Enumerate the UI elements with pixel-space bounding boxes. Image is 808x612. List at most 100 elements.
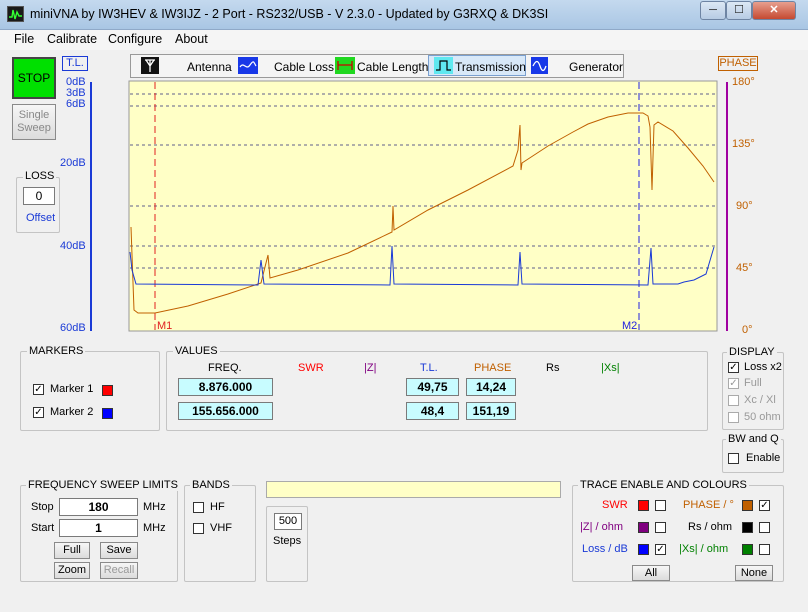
close-button[interactable]: ✕ (752, 1, 796, 20)
start-freq-input[interactable]: 1 (59, 519, 138, 537)
single-sweep-line2: Sweep (17, 122, 51, 134)
vhf-label: VHF (210, 522, 232, 534)
ohm50-checkbox[interactable] (728, 412, 739, 423)
trace-swr-checkbox[interactable] (655, 500, 666, 511)
marker-1-label: M1 (157, 320, 172, 332)
marker-2-tl: 48,4 (406, 402, 459, 420)
save-button[interactable]: Save (100, 542, 138, 559)
trace-loss-checkbox[interactable]: ✓ (655, 544, 666, 555)
tab-transmission[interactable]: Transmission (455, 60, 526, 74)
tab-cable-loss[interactable]: Cable Loss (274, 60, 334, 74)
stop-freq-unit: MHz (143, 501, 166, 513)
trace-xs-checkbox[interactable] (759, 544, 770, 555)
phase-tick-135: 135° (732, 138, 755, 150)
marker-2-phase: 151,19 (466, 402, 516, 420)
trace-xs-color[interactable] (742, 544, 753, 555)
hf-checkbox[interactable] (193, 502, 204, 513)
transmission-icon (434, 57, 453, 74)
start-freq-label: Start (31, 522, 55, 534)
marker-2-label: M2 (622, 320, 637, 332)
phase-axis-label: PHASE (718, 56, 758, 71)
phase-tick-90: 90° (736, 200, 753, 212)
marker-2-color[interactable] (102, 408, 113, 419)
steps-input[interactable]: 500 (274, 513, 302, 530)
stop-button[interactable]: STOP (12, 57, 56, 99)
stop-freq-input[interactable]: 180 (59, 498, 138, 516)
markers-group-title: MARKERS (27, 345, 86, 357)
trace-all-button[interactable]: All (632, 565, 670, 581)
single-sweep-button[interactable]: Single Sweep (12, 104, 56, 140)
bwq-group-title: BW and Q (726, 433, 781, 445)
values-header-z: |Z| (364, 362, 377, 374)
vhf-checkbox[interactable] (193, 523, 204, 534)
marker-1-color[interactable] (102, 385, 113, 396)
cable-length-icon (335, 57, 355, 74)
trace-swr-label: SWR (602, 499, 628, 511)
loss-x2-label: Loss x2 (744, 361, 782, 373)
trace-z-color[interactable] (638, 522, 649, 533)
menu-calibrate[interactable]: Calibrate (47, 32, 97, 46)
phase-tick-45: 45° (736, 262, 753, 274)
trace-rs-checkbox[interactable] (759, 522, 770, 533)
sweep-progress-bar (266, 481, 561, 498)
marker-2-checkbox[interactable]: ✓ (33, 407, 44, 418)
loss-offset-input[interactable]: 0 (23, 187, 55, 205)
tl-tick-20db: 20dB (60, 157, 86, 169)
menu-about[interactable]: About (175, 32, 208, 46)
offset-label: Offset (26, 212, 56, 224)
loss-group (16, 177, 60, 233)
marker-1-checkbox[interactable]: ✓ (33, 384, 44, 395)
tl-tick-6db: 6dB (66, 98, 86, 110)
trace-none-button[interactable]: None (735, 565, 773, 581)
app-icon (7, 6, 24, 22)
steps-label: Steps (273, 535, 302, 547)
bwq-enable-checkbox[interactable] (728, 453, 739, 464)
trace-z-label: |Z| / ohm (580, 521, 624, 533)
xcxl-label: Xc / Xl (744, 394, 776, 406)
marker-2-label-text: Marker 2 (50, 406, 94, 418)
generator-icon (531, 57, 548, 74)
display-group-title: DISPLAY (727, 346, 777, 358)
trace-rs-label: Rs / ohm (688, 521, 733, 533)
loss-group-title: LOSS (23, 170, 57, 182)
trace-phase-color[interactable] (742, 500, 753, 511)
tab-antenna[interactable]: Antenna (187, 60, 232, 74)
tl-tick-40db: 40dB (60, 240, 86, 252)
minimize-button[interactable]: ─ (700, 1, 726, 20)
zoom-button[interactable]: Zoom (54, 562, 90, 579)
values-header-freq: FREQ. (208, 362, 242, 374)
full-checkbox[interactable]: ✓ (728, 378, 739, 389)
loss-x2-checkbox[interactable]: ✓ (728, 362, 739, 373)
trace-group-title: TRACE ENABLE AND COLOURS (578, 479, 749, 491)
trace-phase-checkbox[interactable]: ✓ (759, 500, 770, 511)
ohm50-label: 50 ohm (744, 411, 781, 423)
xcxl-checkbox[interactable] (728, 395, 739, 406)
tab-generator[interactable]: Generator (569, 60, 623, 74)
marker-1-freq: 8.876.000 (178, 378, 273, 396)
cable-loss-icon (238, 57, 258, 74)
menu-file[interactable]: File (14, 32, 34, 46)
tl-tick-60db: 60dB (60, 322, 86, 334)
recall-button[interactable]: Recall (100, 562, 138, 579)
phase-tick-180: 180° (732, 76, 755, 88)
trace-loss-label: Loss / dB (582, 543, 628, 555)
start-freq-unit: MHz (143, 522, 166, 534)
trace-z-checkbox[interactable] (655, 522, 666, 533)
trace-phase-label: PHASE / ° (683, 499, 734, 511)
tab-cable-length[interactable]: Cable Length (357, 60, 428, 74)
menu-configure[interactable]: Configure (108, 32, 162, 46)
phase-axis-line (726, 82, 728, 331)
full-button[interactable]: Full (54, 542, 90, 559)
tl-axis-line (90, 82, 92, 331)
values-group-title: VALUES (173, 345, 220, 357)
trace-loss-color[interactable] (638, 544, 649, 555)
sweep-group-title: FREQUENCY SWEEP LIMITS (26, 479, 180, 491)
trace-swr-color[interactable] (638, 500, 649, 511)
maximize-button[interactable]: ☐ (726, 1, 752, 20)
marker-1-tl: 49,75 (406, 378, 459, 396)
transmission-plot[interactable]: M1 M2 (128, 80, 718, 332)
trace-rs-color[interactable] (742, 522, 753, 533)
phase-tick-0: 0° (742, 324, 753, 336)
bwq-enable-label: Enable (746, 452, 781, 464)
marker-2-freq: 155.656.000 (178, 402, 273, 420)
